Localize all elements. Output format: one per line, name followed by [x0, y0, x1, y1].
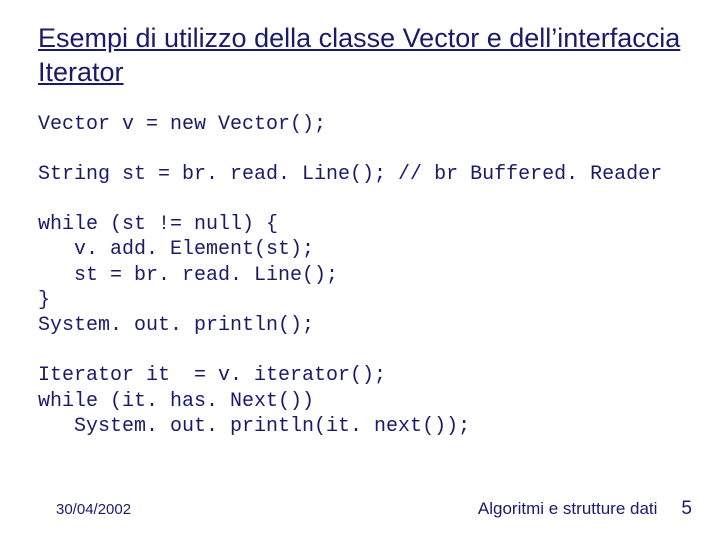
code-block: Vector v = new Vector(); String st = br.…	[38, 112, 692, 439]
footer-caption: Algoritmi e strutture dati	[478, 499, 658, 519]
slide-title: Esempi di utilizzo della classe Vector e…	[38, 22, 692, 90]
footer-page-number: 5	[681, 498, 692, 520]
footer-date: 30/04/2002	[56, 501, 131, 518]
slide: Esempi di utilizzo della classe Vector e…	[0, 0, 720, 540]
slide-footer: 30/04/2002 Algoritmi e strutture dati 5	[0, 498, 720, 520]
